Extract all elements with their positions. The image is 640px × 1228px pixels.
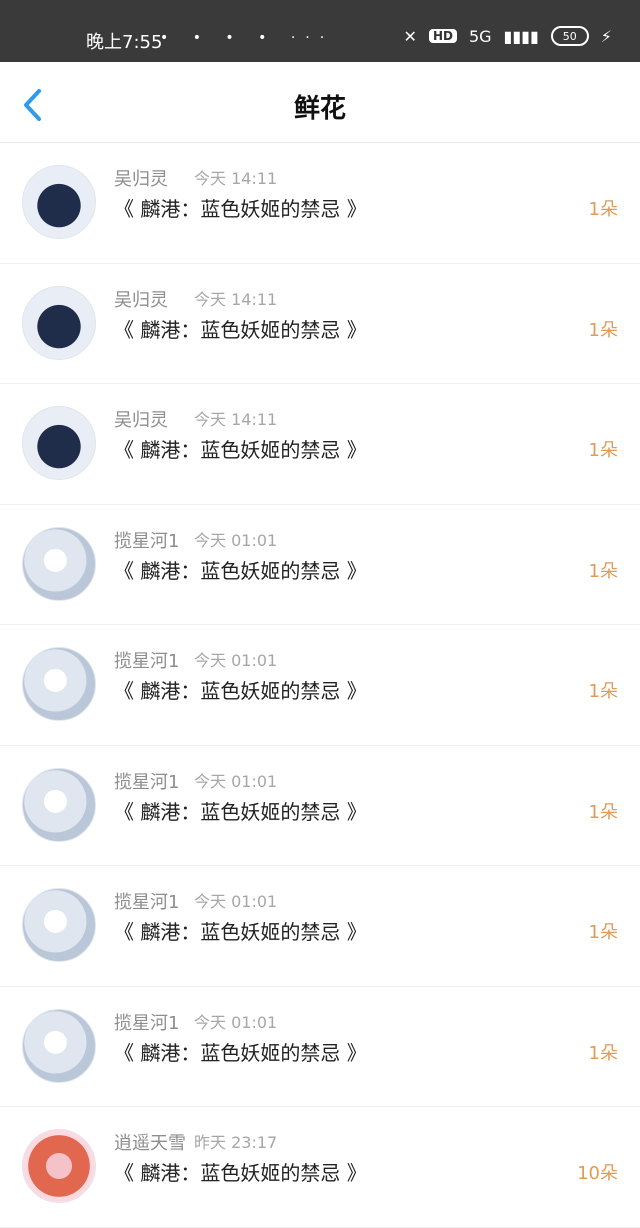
network-label: 5G <box>468 26 492 46</box>
user-name: 揽星河1 <box>114 651 180 672</box>
flower-count: 1朵 <box>588 199 618 220</box>
battery-icon: 50 <box>550 26 589 46</box>
battery-level: 50 <box>562 29 577 43</box>
gift-time: 今天 14:11 <box>194 169 278 188</box>
hd-icon: HD <box>428 29 457 43</box>
user-name: 逍遥天雪 <box>114 1133 186 1154</box>
list-item[interactable]: 吴归灵 今天 14:11 《 麟港：蓝色妖姬的禁忌 》 1朵 <box>0 384 640 505</box>
book-title: 《 麟港：蓝色妖姬的禁忌 》 <box>114 679 367 703</box>
avatar[interactable] <box>22 888 96 962</box>
flower-count: 1朵 <box>588 922 618 943</box>
status-time: 晚上7:55 <box>86 32 163 53</box>
user-name: 吴归灵 <box>114 410 168 431</box>
avatar[interactable] <box>22 285 96 360</box>
gift-time: 今天 01:01 <box>194 1012 278 1032</box>
status-right-icons: ✕ HD 5G ▮▮▮▮ 50 ⚡ <box>404 26 612 46</box>
avatar[interactable] <box>22 165 96 239</box>
status-notification-icons: • • • • ··· <box>160 30 335 46</box>
silent-icon: ✕ <box>403 26 417 46</box>
list-item[interactable]: 逍遥天雪 昨天 23:17 《 麟港：蓝色妖姬的禁忌 》 10朵 <box>0 1107 640 1228</box>
user-name: 吴归灵 <box>114 169 168 190</box>
book-title: 《 麟港：蓝色妖姬的禁忌 》 <box>114 799 367 824</box>
book-title: 《 麟港：蓝色妖姬的禁忌 》 <box>114 317 367 342</box>
gift-time: 今天 01:01 <box>194 771 278 791</box>
avatar[interactable] <box>22 1129 96 1203</box>
user-name: 揽星河1 <box>114 530 180 552</box>
avatar[interactable] <box>22 526 96 601</box>
book-title: 《 麟港：蓝色妖姬的禁忌 》 <box>114 558 367 583</box>
book-title: 《 麟港：蓝色妖姬的禁忌 》 <box>114 438 367 462</box>
page-title: 鲜花 <box>293 94 346 124</box>
avatar[interactable] <box>22 767 96 842</box>
user-name: 揽星河1 <box>114 771 180 793</box>
list-item[interactable]: 揽星河1 今天 01:01 《 麟港：蓝色妖姬的禁忌 》 1朵 <box>0 866 640 987</box>
list-item[interactable]: 揽星河1 今天 01:01 《 麟港：蓝色妖姬的禁忌 》 1朵 <box>0 746 640 866</box>
user-name: 吴归灵 <box>114 289 168 311</box>
gift-list: 吴归灵 今天 14:11 《 麟港：蓝色妖姬的禁忌 》 1朵 吴归灵 今天 14… <box>0 143 640 1228</box>
flower-count: 1朵 <box>588 319 618 341</box>
list-item[interactable]: 吴归灵 今天 14:11 《 麟港：蓝色妖姬的禁忌 》 1朵 <box>0 143 640 264</box>
list-item[interactable]: 揽星河1 今天 01:01 《 麟港：蓝色妖姬的禁忌 》 1朵 <box>0 505 640 625</box>
gift-time: 今天 01:01 <box>194 530 278 550</box>
charging-icon: ⚡ <box>600 26 612 46</box>
status-bar: 晚上7:55 • • • • ··· ✕ HD 5G ▮▮▮▮ 50 ⚡ <box>0 0 640 62</box>
gift-time: 昨天 23:17 <box>194 1133 278 1152</box>
list-item[interactable]: 揽星河1 今天 01:01 《 麟港：蓝色妖姬的禁忌 》 1朵 <box>0 987 640 1107</box>
signal-icon: ▮▮▮▮ <box>503 26 539 46</box>
avatar[interactable] <box>22 406 96 480</box>
book-title: 《 麟港：蓝色妖姬的禁忌 》 <box>114 920 367 944</box>
gift-time: 今天 01:01 <box>194 651 278 670</box>
user-name: 揽星河1 <box>114 892 180 913</box>
flower-count: 1朵 <box>588 560 618 582</box>
gift-time: 今天 14:11 <box>194 289 278 309</box>
flower-count: 1朵 <box>588 440 618 461</box>
book-title: 《 麟港：蓝色妖姬的禁忌 》 <box>114 1040 367 1065</box>
flower-count: 1朵 <box>588 1042 618 1064</box>
list-item[interactable]: 揽星河1 今天 01:01 《 麟港：蓝色妖姬的禁忌 》 1朵 <box>0 625 640 746</box>
book-title: 《 麟港：蓝色妖姬的禁忌 》 <box>114 197 367 221</box>
gift-time: 今天 01:01 <box>194 892 278 911</box>
flower-count: 1朵 <box>588 801 618 823</box>
flower-count: 1朵 <box>588 681 618 702</box>
gift-time: 今天 14:11 <box>194 410 278 429</box>
avatar[interactable] <box>22 647 96 721</box>
list-item[interactable]: 吴归灵 今天 14:11 《 麟港：蓝色妖姬的禁忌 》 1朵 <box>0 264 640 384</box>
user-name: 揽星河1 <box>114 1012 180 1034</box>
page-header: 鲜花 <box>0 62 640 143</box>
avatar[interactable] <box>22 1008 96 1083</box>
flower-count: 10朵 <box>577 1163 618 1184</box>
book-title: 《 麟港：蓝色妖姬的禁忌 》 <box>114 1161 367 1185</box>
